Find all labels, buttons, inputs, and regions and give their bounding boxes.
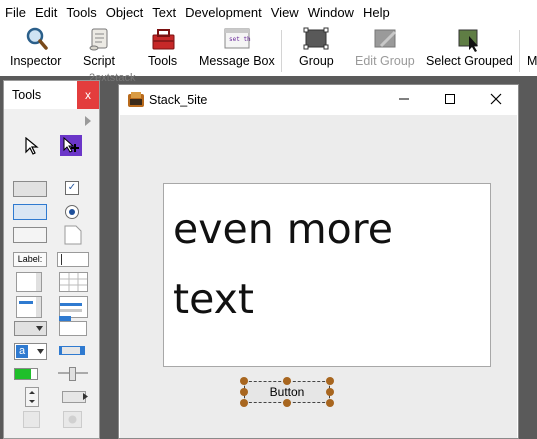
data-grid-tool-icon[interactable] [59,296,88,318]
close-icon [490,93,502,105]
svg-text:set th: set th [229,36,251,43]
text-field[interactable]: even more text [163,183,491,367]
script-label: Script [83,54,115,68]
group-button[interactable]: Group [299,26,334,68]
maximize-button[interactable] [427,85,473,115]
option-menu-tool-icon[interactable] [14,321,47,336]
stack-window: Stack_5ite even more text Button [118,84,519,439]
toolbar-divider [519,30,520,72]
radio-button-tool-icon[interactable] [65,205,79,219]
label-tool-icon[interactable]: Label: [13,252,47,267]
progress-bar-tool-icon[interactable] [14,368,38,380]
close-icon: x [85,88,91,102]
slider-tool-icon[interactable] [58,365,88,381]
selection-handle[interactable] [240,399,248,407]
image-tool-icon[interactable] [23,411,40,428]
stack-window-title: Stack_5ite [149,93,208,107]
message-box-label: Message Box [199,54,275,68]
select-grouped-icon [458,29,479,52]
selection-handle[interactable] [326,388,334,396]
tools-palette-close-button[interactable]: x [77,81,99,109]
document-tool-icon[interactable] [64,225,82,245]
menu-tools[interactable]: Tools [61,5,100,20]
checkbox-tool-icon[interactable]: ✓ [65,181,79,195]
combo-box-tool-icon[interactable]: a [14,343,47,360]
inspector-button[interactable]: Inspector [10,26,61,68]
message-box-button[interactable]: set th Message Box [199,26,275,68]
selection-handle[interactable] [240,377,248,385]
more-label: M [527,54,537,68]
tools-label: Tools [148,54,178,68]
more-button[interactable]: M [527,54,537,68]
tools-palette-titlebar[interactable]: Tools x [4,81,99,109]
pulldown-menu-tool-icon[interactable] [59,343,86,358]
tools-button[interactable]: Tools [148,26,177,68]
text-field-content: even more text [173,194,393,334]
scroll-icon [89,28,108,51]
magnifier-icon [26,27,48,50]
inspector-label: Inspector [10,54,62,68]
tools-palette-body: ✓ Label: a [4,109,99,438]
menu-text[interactable]: Text [147,5,180,20]
selection-handle[interactable] [240,388,248,396]
menu-development[interactable]: Development [180,5,266,20]
minimize-icon [399,98,409,100]
stack-card: even more text Button [120,115,517,438]
livecode-app-icon [128,92,144,107]
toolbar: Inspector Script Tools set th Message Bo… [0,24,537,76]
tools-palette-title: Tools [12,88,42,102]
scrolling-field-tool-icon[interactable] [16,272,42,292]
menu-file[interactable]: File [0,5,30,20]
edit-group-icon [374,29,396,48]
expand-arrow-icon[interactable] [83,115,93,127]
select-grouped-label: Select Grouped [426,54,513,68]
toolbox-icon [152,29,175,50]
edit-group-button[interactable]: Edit Group [355,26,415,68]
script-button[interactable]: Script [83,26,115,68]
selection-handle[interactable] [283,377,291,385]
selection-handle[interactable] [326,399,334,407]
pointer-tool-icon[interactable] [60,135,82,156]
message-box-icon: set th [224,28,251,49]
stack-button-label: Button [269,385,305,399]
menu-object[interactable]: Object [101,5,148,20]
player-tool-icon[interactable] [63,411,82,428]
text-line-1: even more [173,205,393,253]
button-tool-icon[interactable] [13,181,47,197]
selection-handle[interactable] [283,399,291,407]
group-label: Group [299,54,334,68]
browse-tool-icon[interactable] [24,137,40,155]
menu-edit[interactable]: Edit [30,5,61,20]
tab-panel-tool-icon[interactable] [59,316,87,336]
maximize-icon [445,94,455,104]
table-field-tool-icon[interactable] [59,272,88,292]
text-field-tool-icon[interactable] [57,252,89,267]
minimize-button[interactable] [381,85,427,115]
rectangle-button-tool-icon[interactable] [13,227,47,243]
tools-palette: Tools x ✓ Label: a [3,80,100,439]
scrollbar-tool-icon[interactable] [25,387,39,407]
menu-window[interactable]: Window [303,5,358,20]
text-line-2: text [173,275,254,323]
selection-handle[interactable] [326,377,334,385]
default-button-tool-icon[interactable] [13,204,47,220]
edit-group-label: Edit Group [355,54,415,68]
menu-bar: File Edit Tools Object Text Development … [0,0,537,24]
menu-help[interactable]: Help [358,5,394,20]
toolbar-divider [281,30,282,72]
list-field-tool-icon[interactable] [16,296,42,318]
close-button[interactable] [473,85,519,115]
select-grouped-button[interactable]: Select Grouped [426,26,513,68]
horizontal-scrollbar-tool-icon[interactable] [62,391,88,403]
menu-view[interactable]: View [266,5,303,20]
stack-window-titlebar[interactable]: Stack_5ite [119,85,518,115]
group-icon [303,27,329,50]
